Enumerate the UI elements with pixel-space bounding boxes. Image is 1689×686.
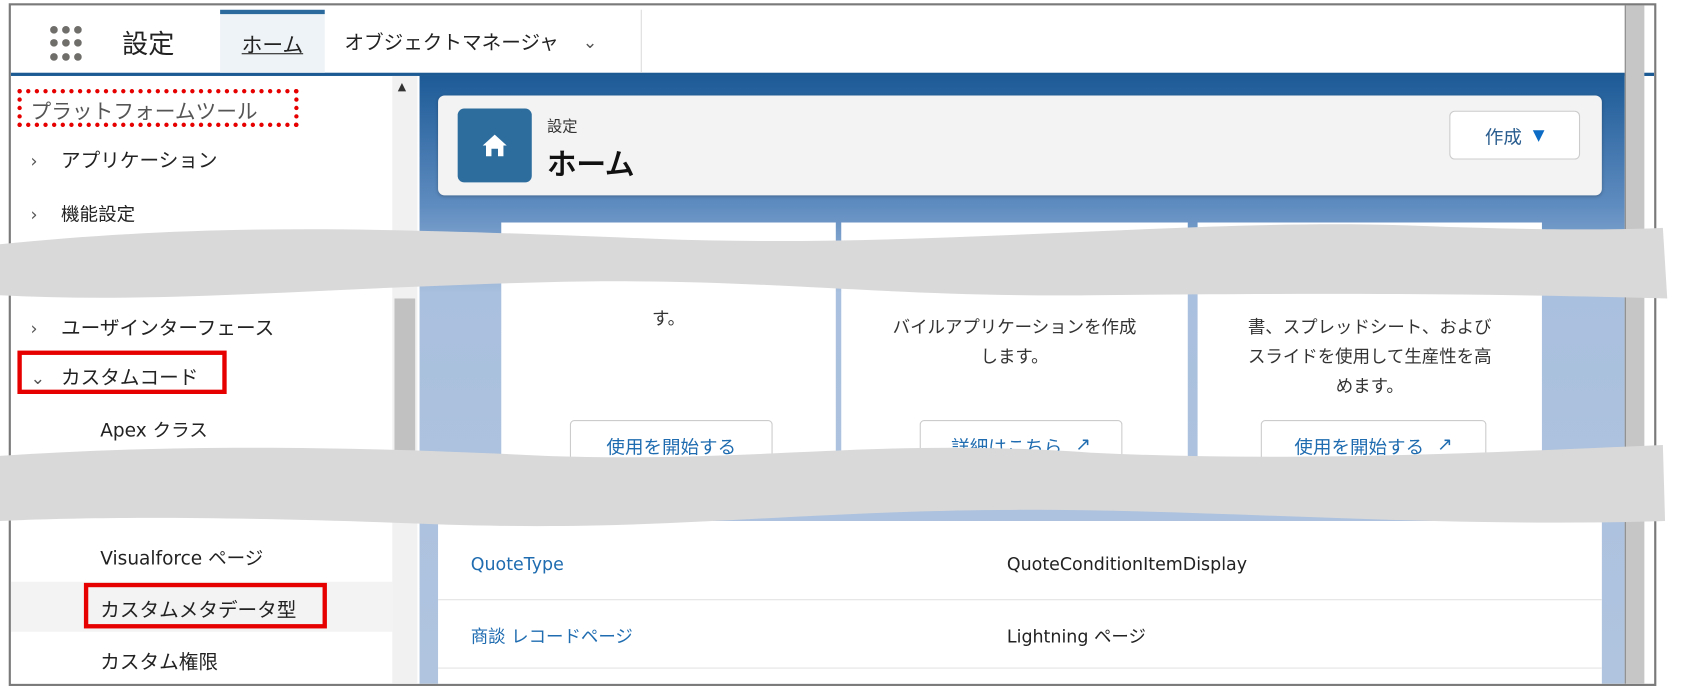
home-icon bbox=[457, 108, 532, 183]
highlight-dotted-box bbox=[17, 89, 299, 127]
table-row: 商談 レコードページ Lightning ページ bbox=[438, 600, 1602, 669]
breadcrumb: 設定 bbox=[547, 118, 578, 136]
recent-items-table: QuoteType QuoteConditionItemDisplay 商談 レ… bbox=[438, 520, 1602, 684]
item-type: Lightning ページ bbox=[1006, 626, 1146, 647]
highlight-box-custom-metadata bbox=[83, 582, 327, 629]
tab-object-manager[interactable]: オブジェクトマネージャ ⌄ bbox=[325, 9, 642, 73]
scroll-up-arrow-icon[interactable]: ▲ bbox=[398, 81, 406, 93]
highlight-box-custom-code bbox=[17, 350, 227, 395]
sidebar-item-label: アプリケーション bbox=[61, 149, 218, 173]
item-name-link[interactable]: QuoteType bbox=[471, 554, 564, 575]
page-scrollbar[interactable] bbox=[1624, 5, 1645, 684]
chevron-right-icon: › bbox=[30, 150, 38, 172]
screenshot-stage: 設定 ホーム オブジェクトマネージャ ⌄ プラットフォームツール › アプリケーシ… bbox=[0, 0, 1689, 686]
sidebar-item-custom-permissions[interactable]: カスタム権限 bbox=[100, 647, 218, 675]
create-button[interactable]: 作成 ▼ bbox=[1449, 110, 1581, 160]
tab-label: オブジェクトマネージャ bbox=[344, 31, 559, 55]
card-text: します。 bbox=[980, 346, 1049, 367]
create-button-label: 作成 bbox=[1484, 126, 1522, 149]
app-title: 設定 bbox=[122, 29, 175, 60]
card-text: めます。 bbox=[1335, 375, 1404, 397]
tab-home[interactable]: ホーム bbox=[220, 9, 325, 73]
item-name-link[interactable]: 商談 レコードページ bbox=[471, 622, 633, 648]
page-header-card: 設定 ホーム 作成 ▼ bbox=[438, 95, 1602, 196]
global-header: 設定 ホーム オブジェクトマネージャ ⌄ bbox=[10, 5, 1655, 76]
item-type: QuoteConditionItemDisplay bbox=[1006, 553, 1248, 575]
browser-frame: 設定 ホーム オブジェクトマネージャ ⌄ プラットフォームツール › アプリケーシ… bbox=[8, 3, 1657, 686]
chevron-down-icon[interactable]: ⌄ bbox=[583, 31, 598, 52]
app-launcher-grid-icon[interactable] bbox=[50, 26, 86, 62]
sidebar-item-apex-classes[interactable]: Apex クラス bbox=[100, 415, 208, 442]
sidebar-item-applications[interactable]: › アプリケーション bbox=[31, 145, 218, 173]
omission-tear-band bbox=[0, 224, 1668, 299]
caret-down-icon: ▼ bbox=[1532, 126, 1545, 144]
page-title: ホーム bbox=[547, 148, 635, 183]
omission-tear-band bbox=[0, 445, 1666, 527]
sidebar-item-visualforce-pages[interactable]: Visualforce ページ bbox=[100, 543, 263, 570]
card-text: スライドを使用して生産性を高 bbox=[1247, 346, 1492, 367]
